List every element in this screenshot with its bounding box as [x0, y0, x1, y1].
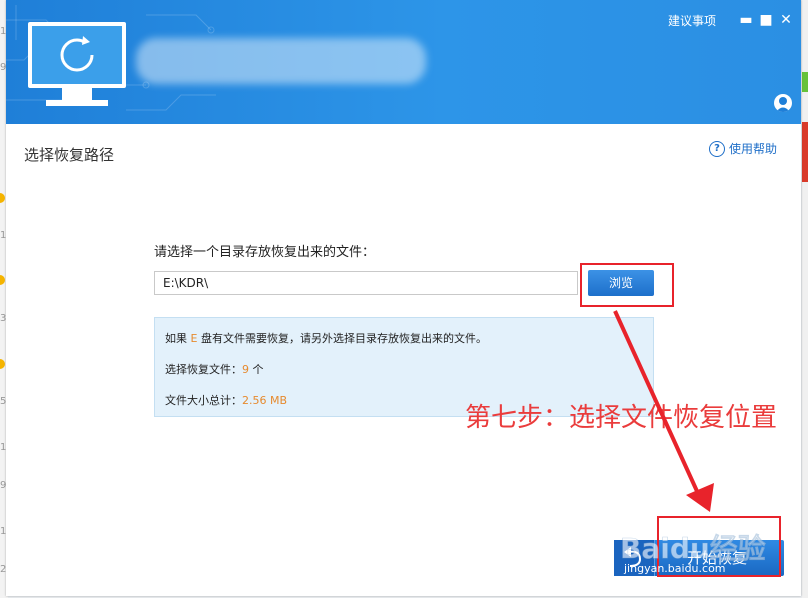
annotation-arrow: [613, 310, 714, 512]
watermark-brand: Baidu经验: [620, 532, 766, 565]
watermark-url: jingyan.baidu.com: [624, 562, 726, 575]
recovery-window: 建议事项 ▬ ■ ✕ 选择恢复路径 ? 使用帮助 请选择一个目录存放恢复出来的文…: [6, 0, 801, 596]
background-red-block: [802, 122, 808, 182]
background-green-block: [802, 72, 808, 92]
